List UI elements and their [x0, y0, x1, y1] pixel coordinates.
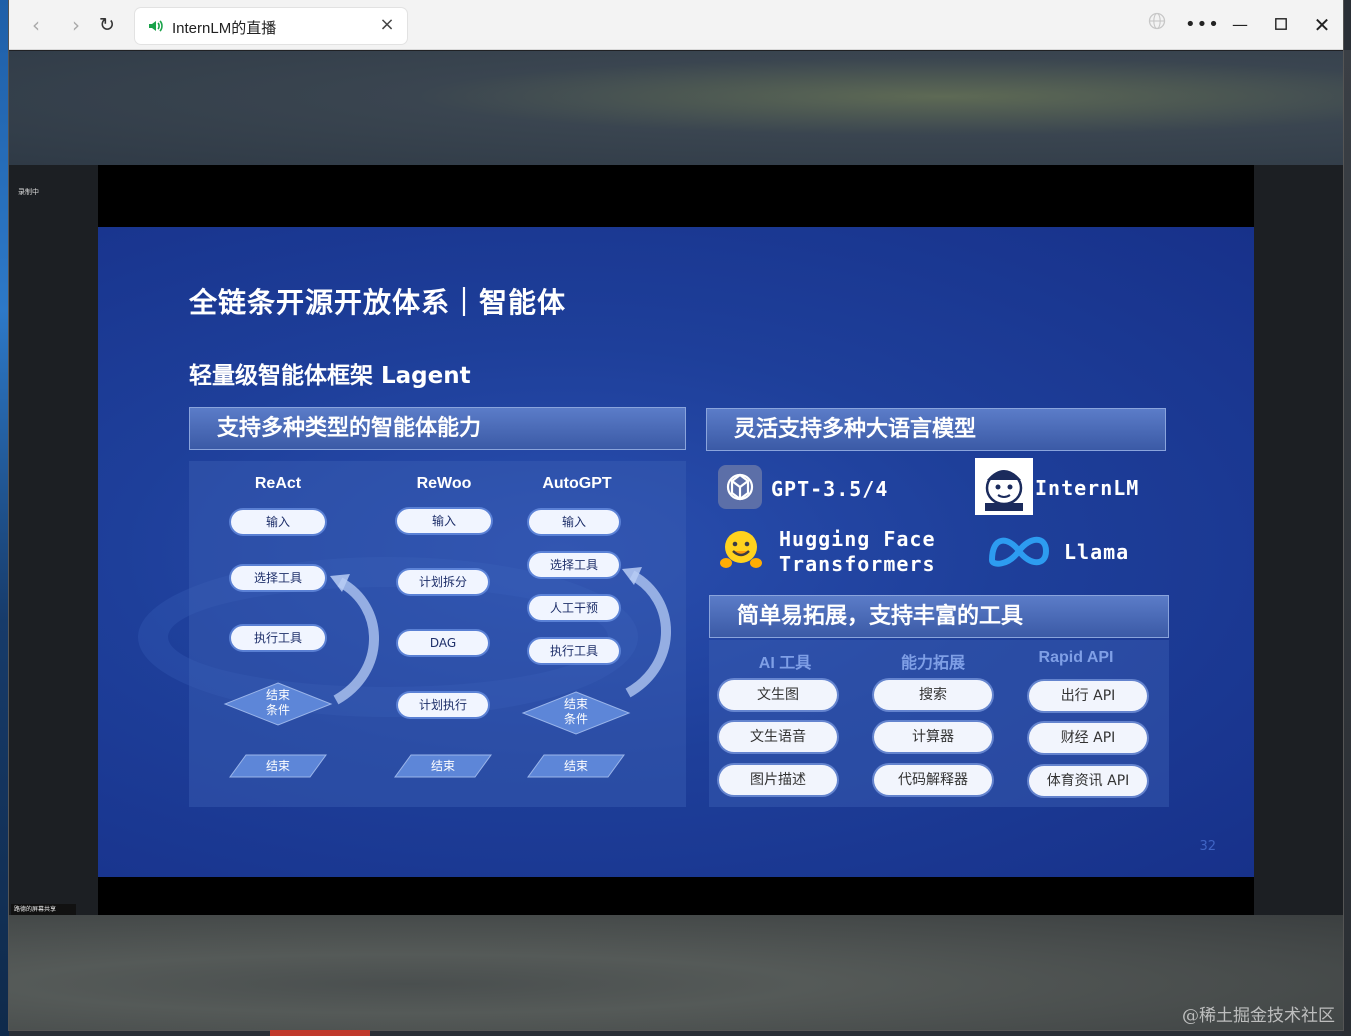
rewoo-step: DAG [398, 631, 488, 655]
tool-item: 搜索 [874, 680, 992, 710]
video-frame[interactable]: 全链条开源开放体系｜智能体 轻量级智能体框架 Lagent 支持多种类型的智能体… [98, 165, 1254, 915]
close-tab-icon[interactable]: × [377, 15, 397, 35]
condition-text: 条件 [265, 703, 290, 717]
models-header: 灵活支持多种大语言模型 [706, 408, 1166, 451]
react-step: 执行工具 [231, 626, 325, 650]
internlm-label: InternLM [1035, 476, 1140, 500]
reload-icon[interactable]: ↻ [94, 13, 120, 37]
tools-header: 简单易拓展，支持丰富的工具 [709, 595, 1169, 638]
internlm-logo-icon [975, 458, 1033, 515]
slide-subtitle: 轻量级智能体框架 Lagent [189, 363, 471, 389]
react-step: 选择工具 [231, 566, 325, 590]
tool-item: 出行 API [1029, 681, 1147, 711]
close-icon[interactable]: ✕ [1309, 12, 1335, 38]
rewoo-title: ReWoo [416, 475, 472, 492]
autogpt-condition: 结束 条件 [521, 690, 631, 736]
tool-item: 计算器 [874, 722, 992, 752]
gpt-label: GPT-3.5/4 [771, 477, 889, 501]
react-end: 结束 [228, 754, 328, 778]
agent-capabilities-header: 支持多种类型的智能体能力 [189, 407, 686, 450]
autogpt-step: 输入 [529, 510, 619, 534]
rewoo-step: 计划拆分 [398, 570, 488, 594]
tool-item: 图片描述 [719, 765, 837, 795]
browser-tab[interactable]: InternLM的直播 × [135, 8, 407, 44]
taskbar-item [270, 1030, 370, 1036]
video-side-left [9, 165, 98, 915]
tool-column-rapid: Rapid API [1038, 649, 1114, 666]
minimize-icon[interactable]: — [1227, 12, 1253, 38]
autogpt-step: 选择工具 [529, 553, 619, 577]
page-number: 32 [1199, 839, 1216, 854]
tool-column-ai: AI 工具 [758, 655, 812, 672]
browser-window: ‹ › ↻ InternLM的直播 × ••• — ✕ 录制中 路德的屏幕共享 [9, 0, 1343, 1030]
watermark: @稀土掘金技术社区 [1182, 1006, 1335, 1026]
tool-column-ability: 能力拓展 [900, 655, 965, 672]
speaker-icon[interactable] [147, 17, 165, 35]
tool-item: 文生语音 [719, 722, 837, 752]
autogpt-title: AutoGPT [542, 475, 612, 492]
more-icon[interactable]: ••• [1185, 12, 1219, 38]
background-blur-bottom [9, 915, 1343, 1030]
end-text: 结束 [563, 759, 588, 773]
react-condition: 结束 条件 [223, 681, 333, 727]
forward-arrow-icon[interactable]: › [63, 13, 89, 37]
autogpt-loop-arrow [620, 565, 680, 704]
back-arrow-icon[interactable]: ‹ [23, 13, 49, 37]
tool-item: 体育资讯 API [1029, 766, 1147, 796]
tool-item: 财经 API [1029, 723, 1147, 753]
react-title: ReAct [254, 475, 302, 492]
tool-item: 代码解释器 [874, 765, 992, 795]
hugging-face-line: Hugging Face [779, 527, 936, 551]
background-blur-top [9, 51, 1343, 165]
autogpt-end: 结束 [526, 754, 626, 778]
react-step: 输入 [231, 510, 325, 534]
end-text: 结束 [430, 759, 455, 773]
screen-share-label: 路德的屏幕共享 [11, 904, 76, 915]
condition-text: 条件 [563, 712, 588, 726]
desktop-edge-right [1342, 50, 1351, 1036]
live-stream-area: 录制中 路德的屏幕共享 全链条开源开放体系｜智能体 轻量级智能体框架 Lagen… [9, 51, 1343, 1030]
tool-item: 文生图 [719, 680, 837, 710]
title-bar: ‹ › ↻ InternLM的直播 × ••• — ✕ [9, 0, 1343, 50]
tab-title: InternLM的直播 [172, 20, 277, 37]
autogpt-step: 人工干预 [529, 596, 619, 620]
transformers-line: Transformers [779, 552, 936, 576]
end-text: 结束 [265, 759, 290, 773]
recording-indicator: 录制中 [18, 188, 39, 196]
presentation-slide: 全链条开源开放体系｜智能体 轻量级智能体框架 Lagent 支持多种类型的智能体… [98, 227, 1254, 877]
condition-text: 结束 [563, 697, 588, 711]
hugging-face-label: Hugging Face Transformers [779, 527, 936, 577]
slide-title: 全链条开源开放体系｜智能体 [189, 286, 567, 319]
video-side-right [1254, 165, 1343, 915]
condition-text: 结束 [265, 688, 290, 702]
autogpt-step: 执行工具 [529, 639, 619, 663]
rewoo-step: 计划执行 [398, 693, 488, 717]
desktop-edge [0, 0, 9, 1036]
react-loop-arrow [328, 572, 388, 711]
llama-label: Llama [1064, 540, 1130, 564]
rewoo-step: 输入 [397, 509, 491, 533]
rewoo-end: 结束 [393, 754, 493, 778]
hugging-face-logo-icon [718, 527, 764, 571]
meta-logo-icon [986, 530, 1052, 572]
globe-icon[interactable] [1144, 12, 1170, 38]
maximize-icon[interactable] [1268, 12, 1294, 38]
openai-logo-icon [718, 465, 762, 509]
